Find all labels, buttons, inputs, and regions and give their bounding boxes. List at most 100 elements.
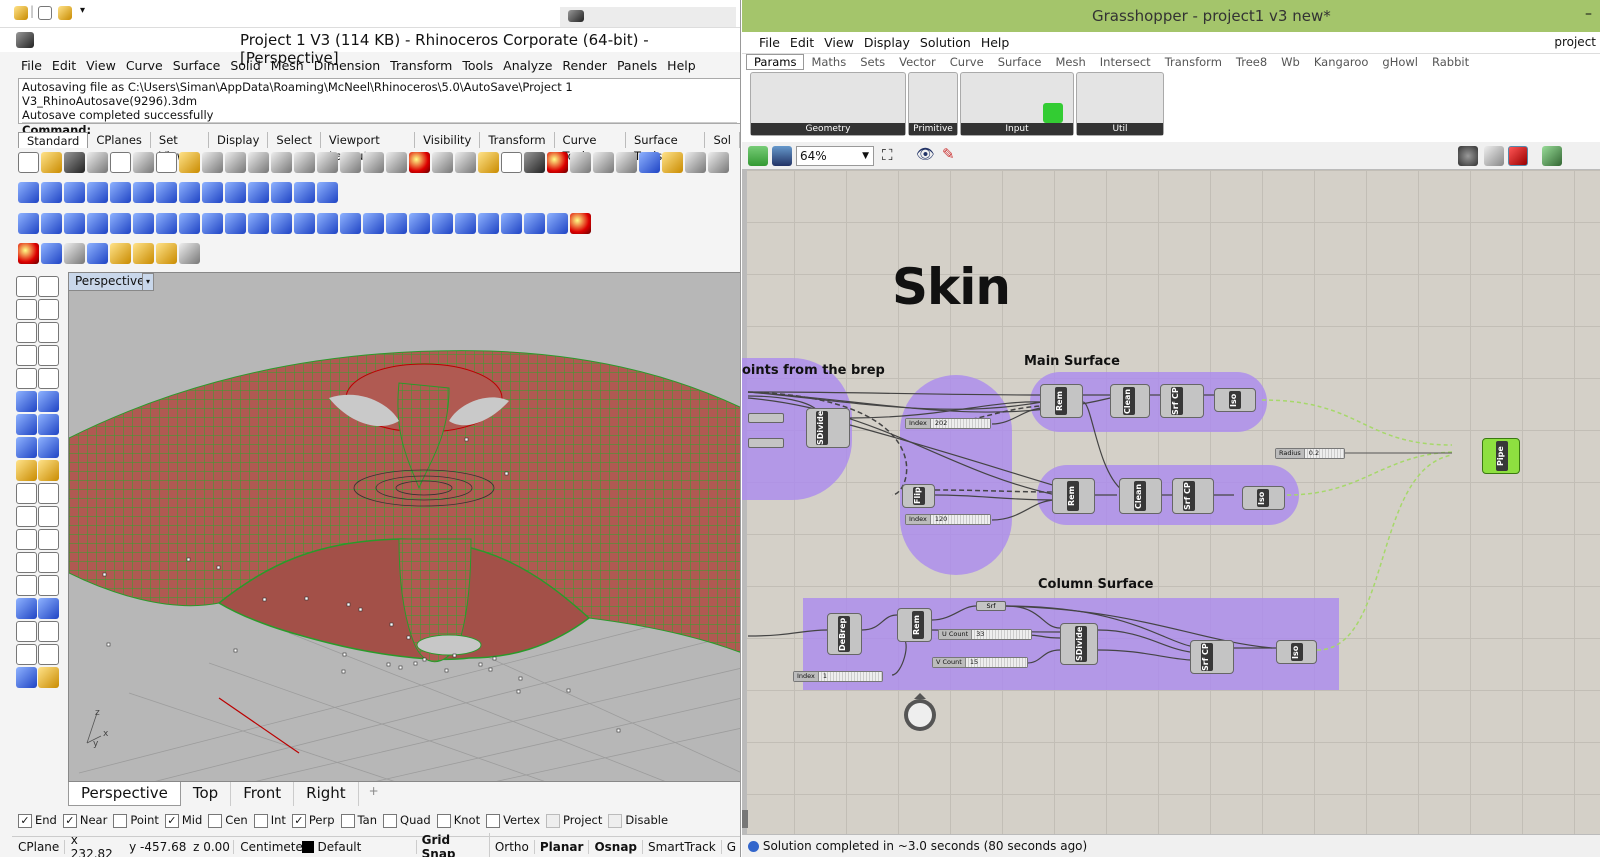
data-dam-icon[interactable] bbox=[1081, 77, 1101, 97]
selected-preview-icon[interactable] bbox=[1542, 146, 1562, 166]
group-icon[interactable] bbox=[16, 575, 37, 596]
torus-icon[interactable] bbox=[202, 181, 223, 203]
menu-edit[interactable]: Edit bbox=[47, 58, 81, 73]
osnap-mid[interactable]: ✓ Mid bbox=[159, 813, 202, 828]
node-srfcp-top[interactable]: Srf CP bbox=[1160, 384, 1204, 418]
toggle-icon[interactable] bbox=[1043, 103, 1063, 123]
brep-param-icon[interactable] bbox=[871, 77, 891, 97]
ellipsoid-icon[interactable] bbox=[87, 181, 108, 203]
split-icon[interactable] bbox=[38, 529, 59, 550]
slider-v-count[interactable]: V Count 15 bbox=[932, 657, 1028, 668]
toggle-osnap[interactable]: Osnap bbox=[589, 839, 644, 854]
osnap-point[interactable]: Point bbox=[107, 813, 159, 828]
node-rem-bottom[interactable]: Rem bbox=[1052, 478, 1095, 514]
select-icon[interactable] bbox=[432, 151, 453, 173]
circle-param-icon[interactable] bbox=[784, 77, 804, 97]
osnap-cen[interactable]: Cen bbox=[202, 813, 248, 828]
tab-solid-tools[interactable]: Sol bbox=[705, 132, 740, 148]
rotate-view-icon[interactable] bbox=[363, 151, 384, 173]
toggle-gumball[interactable]: G bbox=[722, 840, 740, 854]
gh-tab-surface[interactable]: Surface bbox=[991, 55, 1049, 69]
boolean-intersection-icon[interactable] bbox=[64, 212, 85, 234]
zoom-select[interactable]: 64% ▼ bbox=[796, 146, 874, 166]
circle-icon[interactable] bbox=[16, 322, 37, 343]
text-icon[interactable] bbox=[38, 483, 59, 504]
texture-icon[interactable] bbox=[156, 242, 177, 264]
fillet-edge-icon[interactable] bbox=[156, 212, 177, 234]
perspective-viewport[interactable]: Perspective ▾ z y x bbox=[68, 272, 740, 782]
text-tool-icon[interactable] bbox=[16, 552, 37, 573]
point-select-icon[interactable] bbox=[478, 151, 499, 173]
rendered-icon[interactable] bbox=[616, 151, 637, 173]
car-icon[interactable] bbox=[409, 151, 430, 173]
node-clean-top[interactable]: Clean bbox=[1110, 384, 1150, 418]
render-tool-icon[interactable] bbox=[38, 460, 59, 481]
material-icon[interactable] bbox=[38, 667, 59, 688]
image-sampler-icon[interactable] bbox=[965, 103, 985, 123]
tab-standard[interactable]: Standard bbox=[18, 132, 89, 148]
paste-icon[interactable] bbox=[179, 151, 200, 173]
menu-file[interactable]: File bbox=[16, 58, 47, 73]
match-icon[interactable] bbox=[478, 212, 499, 234]
array-icon[interactable] bbox=[524, 212, 545, 234]
osnap-knot[interactable]: Knot bbox=[431, 813, 480, 828]
sketch-pen-icon[interactable]: ✎ bbox=[942, 145, 955, 163]
galapagos-icon[interactable] bbox=[1137, 77, 1157, 97]
solid-point-icon[interactable] bbox=[409, 212, 430, 234]
panel-note-icon[interactable] bbox=[1109, 77, 1129, 97]
split-edge-icon[interactable] bbox=[294, 212, 315, 234]
blend-icon[interactable] bbox=[455, 212, 476, 234]
fillet-curve-icon[interactable] bbox=[38, 368, 59, 389]
surface-param-icon[interactable] bbox=[842, 103, 862, 123]
osnap-point-checkbox[interactable] bbox=[113, 813, 128, 828]
mesh-box-icon[interactable] bbox=[38, 437, 59, 458]
integer-param-icon[interactable] bbox=[913, 103, 933, 123]
menu-help[interactable]: Help bbox=[662, 58, 701, 73]
cone-icon[interactable] bbox=[133, 181, 154, 203]
folder-icon[interactable] bbox=[14, 6, 28, 20]
spotlight-icon[interactable] bbox=[110, 242, 131, 264]
tab-front[interactable]: Front bbox=[231, 782, 295, 806]
text-object-icon[interactable] bbox=[317, 181, 338, 203]
node-debrep[interactable]: DeBrep bbox=[827, 613, 862, 655]
slider-radius[interactable]: Radius 0.2 bbox=[1275, 448, 1345, 459]
tab-viewport-layout[interactable]: Viewport Layout bbox=[321, 132, 416, 163]
cylinder-icon[interactable] bbox=[41, 181, 62, 203]
zoom-extents-canvas-icon[interactable]: ⛶ bbox=[882, 146, 893, 164]
osnap-quad-checkbox[interactable] bbox=[383, 813, 398, 828]
gh-tab-tree8[interactable]: Tree8 bbox=[1229, 55, 1274, 69]
zoom-selected-icon[interactable] bbox=[340, 151, 361, 173]
tab-top[interactable]: Top bbox=[181, 782, 232, 806]
rectangle-icon[interactable] bbox=[38, 345, 59, 366]
gh-tab-rabbit[interactable]: Rabbit bbox=[1425, 55, 1476, 69]
gh-tab-sets[interactable]: Sets bbox=[853, 55, 892, 69]
mesh-param-icon[interactable] bbox=[813, 103, 833, 123]
grid-icon[interactable] bbox=[16, 621, 37, 642]
slider-index-202[interactable]: Index 202 bbox=[905, 418, 991, 429]
polyline-icon[interactable] bbox=[16, 299, 37, 320]
polygon-icon[interactable] bbox=[16, 368, 37, 389]
text-param-icon[interactable] bbox=[937, 103, 957, 123]
move-tool-icon[interactable] bbox=[16, 598, 37, 619]
toggle-ortho[interactable]: Ortho bbox=[490, 839, 535, 854]
shaded-icon[interactable] bbox=[593, 151, 614, 173]
menu-transform[interactable]: Transform bbox=[385, 58, 457, 73]
status-layer[interactable]: Default bbox=[314, 839, 417, 854]
scribble-icon[interactable] bbox=[1109, 103, 1129, 123]
scale-icon[interactable] bbox=[38, 621, 59, 642]
extract-surface-icon[interactable] bbox=[340, 212, 361, 234]
box-param-icon[interactable] bbox=[842, 77, 862, 97]
preview-mode-icon[interactable] bbox=[1458, 146, 1478, 166]
red-sphere-icon[interactable] bbox=[18, 242, 39, 264]
menu-panels[interactable]: Panels bbox=[612, 58, 662, 73]
input-param-2[interactable] bbox=[748, 438, 784, 448]
wireframe-preview-icon[interactable] bbox=[1484, 146, 1504, 166]
line-param-icon[interactable] bbox=[784, 103, 804, 123]
mesh-tool-icon[interactable] bbox=[16, 437, 37, 458]
rebuild-icon[interactable] bbox=[432, 212, 453, 234]
environment-icon[interactable] bbox=[64, 242, 85, 264]
menu-view[interactable]: View bbox=[81, 58, 121, 73]
boolean-param-icon[interactable] bbox=[937, 77, 957, 97]
four-views-icon[interactable] bbox=[386, 151, 407, 173]
sphere-icon[interactable] bbox=[64, 181, 85, 203]
